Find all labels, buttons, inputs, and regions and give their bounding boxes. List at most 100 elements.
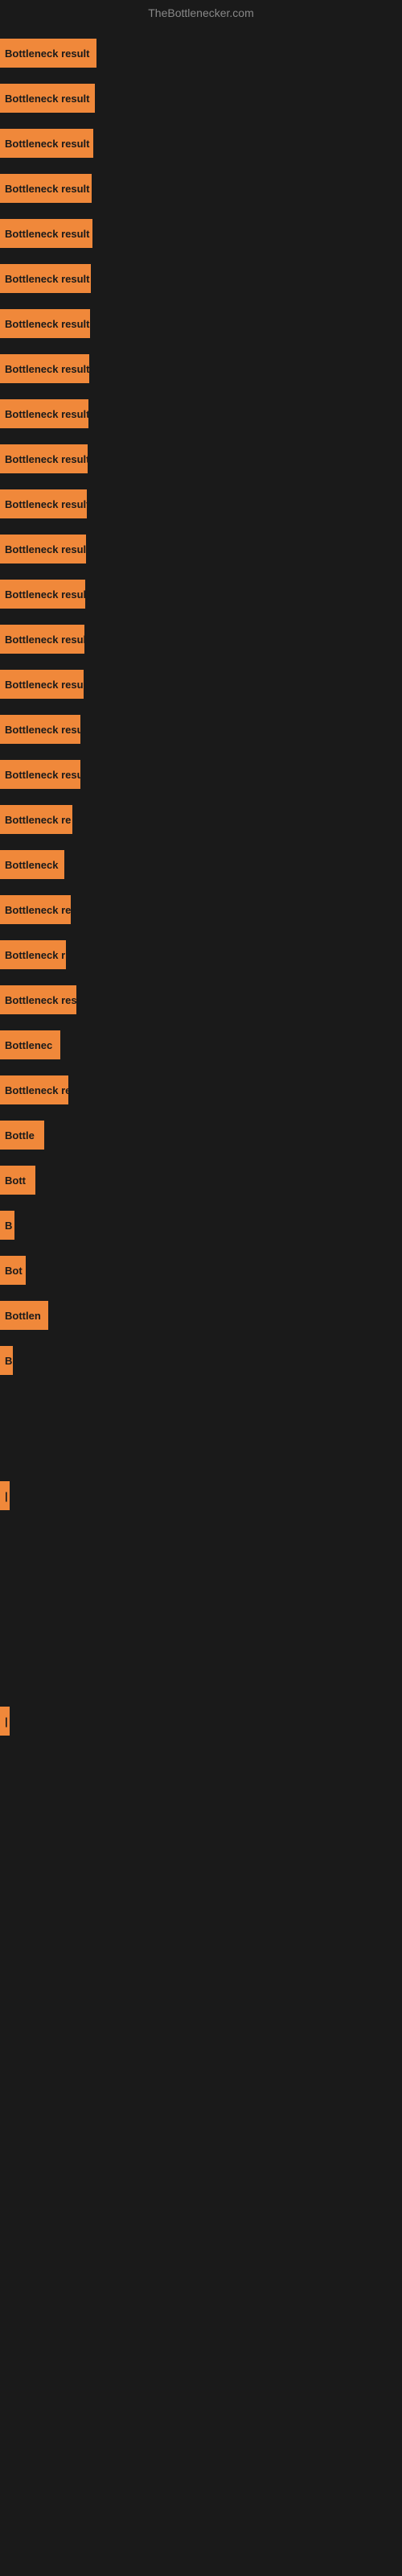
bar-label: Bottleneck re [5, 814, 71, 826]
bar-label: B [5, 1355, 12, 1367]
bar-label: Bot [5, 1265, 23, 1277]
bar-row: Bottleneck result [0, 256, 402, 301]
bar-label: Bottleneck [5, 859, 58, 871]
result-bar: Bottleneck result [0, 174, 92, 203]
result-bar: Bottleneck result [0, 625, 84, 654]
result-bar: Bottleneck result [0, 489, 87, 518]
bar-label: Bottleneck result [5, 47, 89, 60]
result-bar: Bottleneck result [0, 39, 96, 68]
bar-row: Bott [0, 1158, 402, 1203]
bar-row: Bottleneck re [0, 887, 402, 932]
result-bar: Bottleneck result [0, 670, 84, 699]
site-title-text: TheBottlenecker.com [148, 6, 254, 19]
result-bar: Bottleneck result [0, 444, 88, 473]
result-bar: Bottleneck r [0, 940, 66, 969]
bar-label: Bottleneck result [5, 769, 80, 781]
bar-label: Bottleneck r [5, 949, 65, 961]
bar-label: Bottleneck re [5, 1084, 68, 1096]
bar-row: Bottlenec [0, 1022, 402, 1067]
result-bar: Bottleneck result [0, 129, 93, 158]
bar-row: Bot [0, 1248, 402, 1293]
bar-label: Bottleneck result [5, 363, 89, 375]
bar-label: Bottleneck result [5, 273, 89, 285]
bar-row: Bottleneck resu [0, 707, 402, 752]
result-bar: Bottleneck re [0, 805, 72, 834]
result-bar: Bottlenec [0, 1030, 60, 1059]
bar-row [0, 1563, 402, 1608]
result-bar: Bot [0, 1256, 26, 1285]
result-bar: Bottleneck re [0, 1075, 68, 1104]
bar-label: Bottleneck result [5, 588, 85, 601]
bar-row: Bottleneck r [0, 932, 402, 977]
bar-row: | [0, 1473, 402, 1518]
bar-label: Bottleneck result [5, 498, 87, 510]
result-bar: Bottleneck result [0, 535, 86, 564]
bar-label: B [5, 1220, 12, 1232]
bar-row [0, 1653, 402, 1699]
bar-row: Bottleneck result [0, 121, 402, 166]
bar-row: Bottleneck result [0, 436, 402, 481]
bar-label: Bottleneck result [5, 93, 89, 105]
result-bar: Bott [0, 1166, 35, 1195]
result-bar: Bottleneck re [0, 895, 71, 924]
bar-label: Bottleneck result [5, 228, 89, 240]
bar-row [0, 1608, 402, 1653]
result-bar: Bottleneck [0, 850, 64, 879]
bar-row: Bottleneck result [0, 572, 402, 617]
bar-row [0, 1518, 402, 1563]
result-bar: Bottleneck result [0, 84, 95, 113]
bar-row: Bottleneck resu [0, 977, 402, 1022]
bar-row: Bottleneck result [0, 481, 402, 526]
bar-row: Bottleneck result [0, 526, 402, 572]
result-bar: | [0, 1707, 10, 1736]
bar-row: Bottleneck result [0, 211, 402, 256]
bar-row: Bottleneck result [0, 391, 402, 436]
result-bar: Bottlen [0, 1301, 48, 1330]
bar-label: Bottlenec [5, 1039, 52, 1051]
bar-row: Bottlen [0, 1293, 402, 1338]
result-bar: Bottleneck resu [0, 985, 76, 1014]
bar-label: Bottle [5, 1129, 35, 1141]
bar-label: Bottleneck resu [5, 724, 80, 736]
site-title: TheBottlenecker.com [0, 0, 402, 23]
result-bar: Bottleneck result [0, 309, 90, 338]
result-bar: Bottleneck result [0, 219, 92, 248]
bar-label: Bottleneck resu [5, 994, 76, 1006]
bar-label: Bottleneck result [5, 318, 89, 330]
result-bar: B [0, 1346, 13, 1375]
bar-row: Bottleneck result [0, 166, 402, 211]
bar-row [0, 1428, 402, 1473]
result-bar: Bottleneck result [0, 399, 88, 428]
bar-label: Bottleneck result [5, 183, 89, 195]
bar-row: Bottleneck [0, 842, 402, 887]
bar-label: | [5, 1715, 8, 1728]
bar-row: Bottleneck result [0, 662, 402, 707]
bar-row: Bottle [0, 1113, 402, 1158]
bar-label: Bottleneck re [5, 904, 71, 916]
bar-label: | [5, 1490, 8, 1502]
bar-row [0, 1383, 402, 1428]
bar-row: Bottleneck result [0, 31, 402, 76]
result-bar: Bottleneck resu [0, 715, 80, 744]
bars-container: Bottleneck result Bottleneck result Bottle… [0, 23, 402, 1752]
result-bar: Bottleneck result [0, 354, 89, 383]
bar-label: Bott [5, 1174, 26, 1187]
result-bar: Bottleneck result [0, 580, 85, 609]
result-bar: B [0, 1211, 14, 1240]
bar-label: Bottlen [5, 1310, 41, 1322]
bar-row: Bottleneck re [0, 797, 402, 842]
result-bar: Bottleneck result [0, 760, 80, 789]
bar-label: Bottleneck result [5, 408, 88, 420]
result-bar: Bottle [0, 1121, 44, 1150]
bar-row: Bottleneck result [0, 617, 402, 662]
bar-row: B [0, 1338, 402, 1383]
bar-row: | [0, 1699, 402, 1744]
bar-row: Bottleneck result [0, 76, 402, 121]
bar-label: Bottleneck result [5, 634, 84, 646]
bar-label: Bottleneck result [5, 679, 84, 691]
bar-row: Bottleneck result [0, 752, 402, 797]
bar-label: Bottleneck result [5, 138, 89, 150]
bar-row: B [0, 1203, 402, 1248]
result-bar: Bottleneck result [0, 264, 91, 293]
bar-label: Bottleneck result [5, 453, 88, 465]
